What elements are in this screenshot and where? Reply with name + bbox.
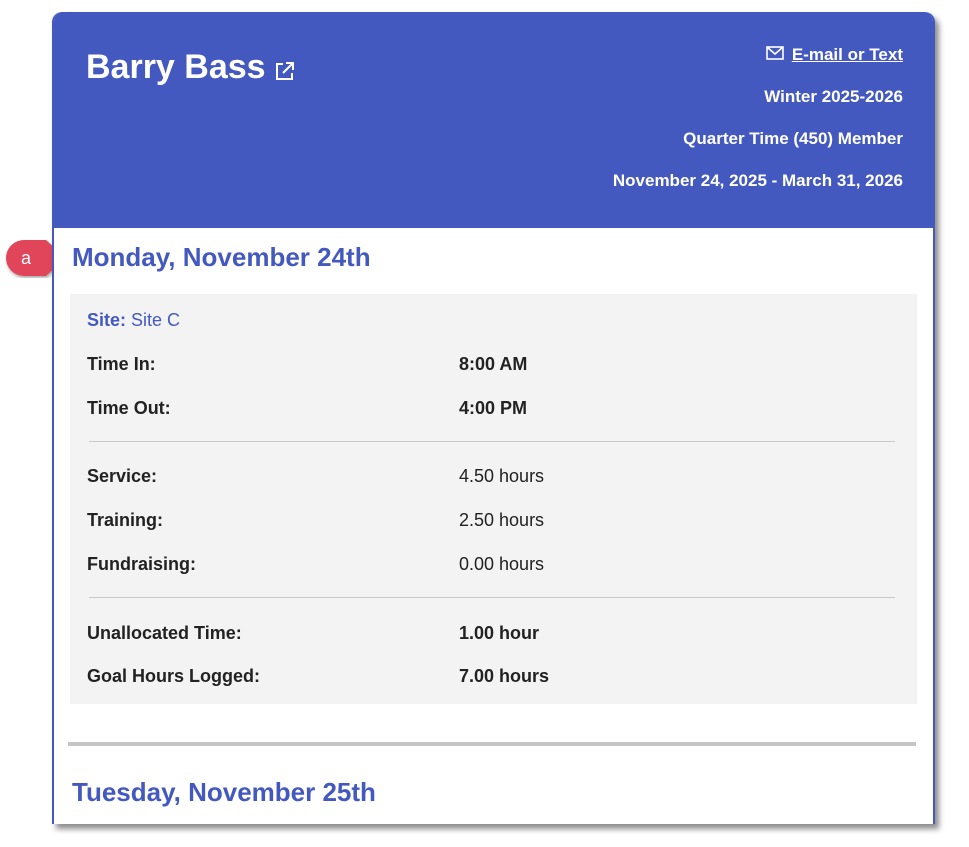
unallocated-label: Unallocated Time:: [87, 623, 242, 643]
service-value: 4.50 hours: [459, 466, 545, 486]
date-range-text: November 24, 2025 - March 31, 2026: [612, 171, 903, 190]
service-row: Service: 4.50 hours: [87, 464, 897, 488]
unallocated-row: Unallocated Time: 1.00 hour: [87, 621, 897, 645]
divider: [89, 597, 895, 598]
member-name-link[interactable]: Barry Bass: [86, 42, 295, 92]
site-label: Site:: [87, 310, 127, 330]
day-title-monday: Monday, November 24th: [72, 242, 371, 272]
service-label: Service:: [87, 466, 158, 486]
fundraising-row: Fundraising: 0.00 hours: [87, 552, 897, 576]
time-out-row: Time Out: 4:00 PM: [87, 396, 897, 420]
callout-label: a: [21, 248, 32, 268]
season-text: Winter 2025-2026: [764, 87, 903, 106]
time-in-label: Time In:: [87, 354, 156, 374]
divider: [89, 441, 895, 442]
training-label: Training:: [87, 510, 163, 530]
training-value: 2.50 hours: [459, 510, 545, 530]
fundraising-label: Fundraising:: [87, 554, 196, 574]
fundraising-value: 0.00 hours: [459, 554, 545, 574]
goal-hours-label: Goal Hours Logged:: [87, 666, 260, 686]
day-separator: [68, 742, 916, 746]
member-header: Barry Bass E-mail or Text Winter 2025-20…: [54, 12, 933, 228]
time-in-row: Time In: 8:00 AM: [87, 352, 897, 376]
envelope-icon: [766, 45, 784, 65]
site-value: Site C: [131, 310, 181, 330]
training-row: Training: 2.50 hours: [87, 508, 897, 532]
site-line: Site: Site C: [87, 310, 180, 331]
goal-hours-value: 7.00 hours: [459, 666, 550, 686]
goal-hours-row: Goal Hours Logged: 7.00 hours: [87, 664, 897, 688]
day-detail-panel: Site: Site C Time In: 8:00 AM Time Out: …: [70, 294, 917, 704]
unallocated-value: 1.00 hour: [459, 623, 540, 643]
external-link-icon: [275, 48, 295, 92]
timesheet-card: Barry Bass E-mail or Text Winter 2025-20…: [52, 12, 935, 824]
time-out-value: 4:00 PM: [459, 398, 528, 418]
membership-text: Quarter Time (450) Member: [683, 129, 903, 148]
day-title-tuesday: Tuesday, November 25th: [72, 777, 376, 807]
member-name: Barry Bass: [86, 48, 266, 86]
email-or-text-link[interactable]: E-mail or Text: [613, 42, 903, 68]
time-out-label: Time Out:: [87, 398, 171, 418]
email-or-text-label: E-mail or Text: [791, 45, 903, 64]
time-in-value: 8:00 AM: [459, 354, 528, 374]
